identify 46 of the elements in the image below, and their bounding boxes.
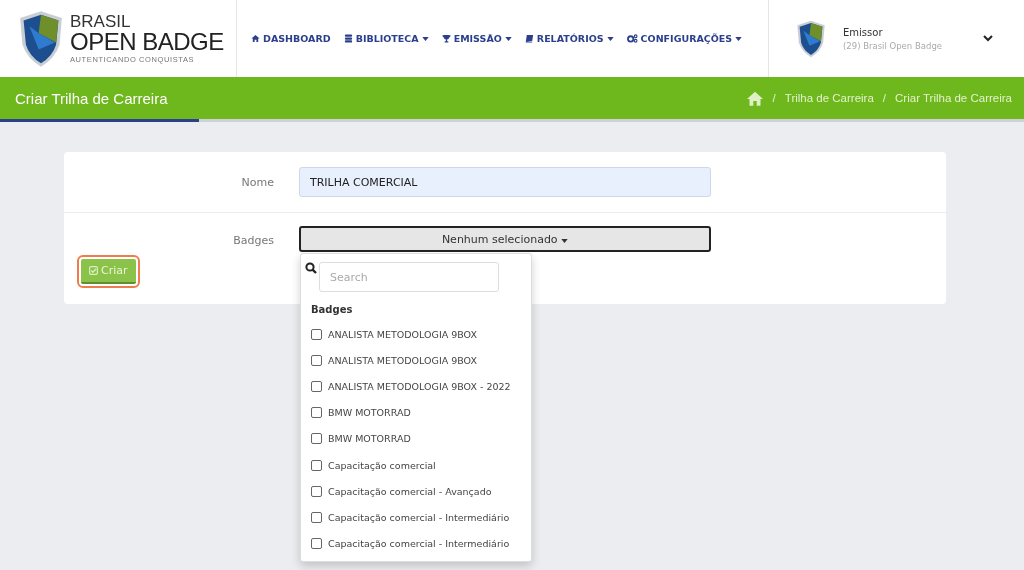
nav-link[interactable]: CONFIGURAÇÕES	[626, 33, 743, 44]
option-label[interactable]: ANALISTA METODOLOGIA 9BOX	[328, 328, 477, 340]
option-label[interactable]: Capacitação comercial - Avançado	[328, 485, 492, 497]
checkbox-icon	[89, 266, 98, 275]
shield-avatar-icon	[795, 19, 827, 58]
gears-icon	[626, 34, 638, 43]
checkbox[interactable]	[311, 459, 322, 471]
checkbox[interactable]	[311, 354, 322, 366]
field-label: Nome	[240, 175, 275, 189]
checkbox[interactable]	[311, 328, 322, 340]
group-header: Badges	[310, 303, 354, 317]
nav-link[interactable]: EMISSÃO	[441, 33, 512, 44]
trophy-icon	[441, 34, 451, 43]
search-icon	[305, 262, 317, 274]
checkbox[interactable]	[311, 380, 322, 392]
option-label[interactable]: Capacitação comercial - Intermediário	[328, 511, 510, 523]
checkbox[interactable]	[311, 538, 322, 550]
page-title: Criar Trilha de Carreira	[15, 89, 168, 107]
user-organization: (29) Brasil Open Badge	[843, 40, 943, 51]
field-label: Badges	[232, 233, 275, 247]
caret-icon	[561, 238, 569, 243]
logo-text: OPEN BADGE	[70, 30, 224, 55]
badges-select[interactable]: Nenhum selecionado	[299, 226, 711, 252]
option-label[interactable]: BMW MOTORRAD	[328, 407, 411, 419]
breadcrumb-separator: /	[772, 92, 776, 104]
nav-link[interactable]: DASHBOARD	[251, 33, 331, 44]
nav-link[interactable]: RELATÓRIOS	[524, 33, 614, 44]
option-label[interactable]: BMW MOTORRAD	[328, 433, 411, 445]
search-input-field[interactable]: Search	[319, 262, 499, 292]
option-label[interactable]: ANALISTA METODOLOGIA 9BOX - 2022	[328, 380, 511, 392]
home-icon	[251, 34, 260, 43]
book-icon	[524, 34, 534, 43]
user-role: Emissor	[843, 26, 884, 38]
chevron-down-icon[interactable]	[983, 35, 993, 42]
checkbox[interactable]	[311, 511, 322, 523]
checkbox[interactable]	[311, 485, 322, 497]
breadcrumb-separator: /	[882, 92, 887, 104]
database-icon	[343, 34, 353, 43]
option-label[interactable]: Capacitação comercial	[328, 459, 436, 471]
logo-text: BRASIL	[70, 13, 132, 31]
checkbox[interactable]	[311, 407, 322, 419]
nav-link[interactable]: BIBLIOTECA	[343, 33, 429, 44]
checkbox[interactable]	[311, 433, 322, 445]
option-label[interactable]: ANALISTA METODOLOGIA 9BOX	[328, 354, 477, 366]
name-input-field[interactable]: TRILHA COMERCIAL	[299, 167, 711, 197]
option-label[interactable]: Capacitação comercial - Intermediário	[328, 538, 510, 550]
